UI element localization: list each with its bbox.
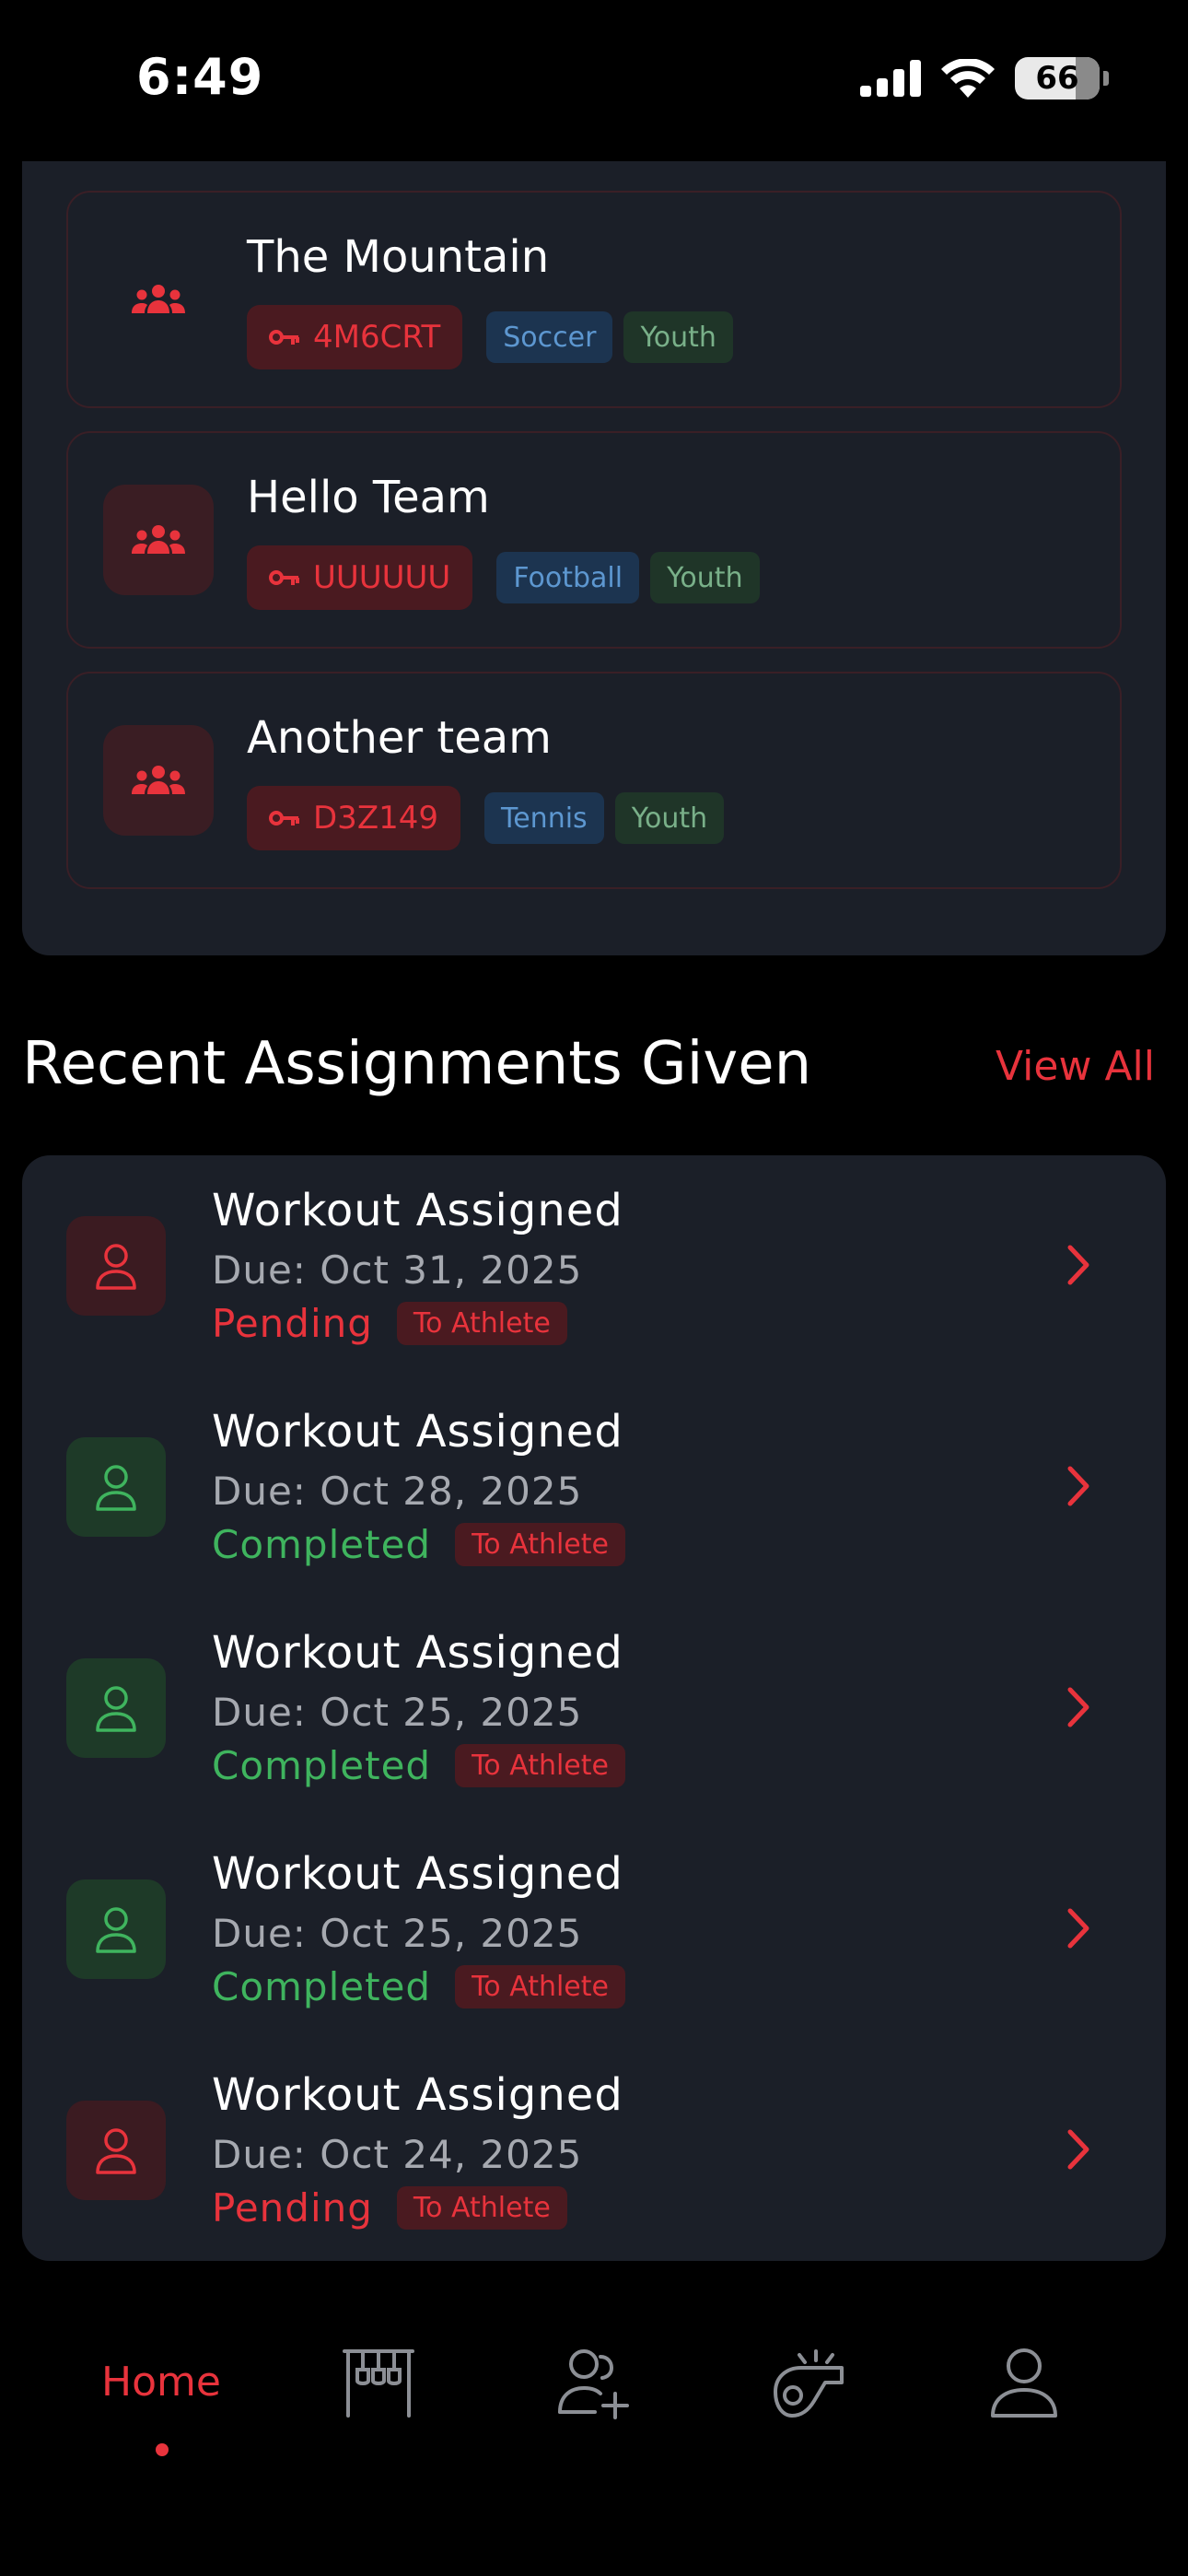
add-user-icon[interactable] xyxy=(556,2346,632,2419)
assignment-title: Workout Assigned xyxy=(212,1406,623,1458)
assignment-row[interactable]: Workout Assigned Due: Oct 24, 2025 Pendi… xyxy=(22,2040,1166,2261)
assignment-status: Completed xyxy=(212,1522,432,1567)
section-title: Recent Assignments Given xyxy=(22,1030,812,1098)
assignment-status-row: Pending To Athlete xyxy=(212,2185,567,2231)
assignment-target-badge: To Athlete xyxy=(396,1302,567,1345)
assignment-target-badge: To Athlete xyxy=(455,1965,625,2008)
person-icon xyxy=(96,2128,136,2174)
gym-rack-icon[interactable] xyxy=(341,2346,416,2419)
athlete-avatar xyxy=(66,1879,166,1979)
chevron-right-icon[interactable] xyxy=(1065,1905,1092,1951)
assignment-status: Completed xyxy=(212,1964,432,2009)
battery-tip xyxy=(1103,71,1109,86)
athlete-avatar xyxy=(66,1437,166,1537)
team-name: The Mountain xyxy=(247,231,550,283)
team-avatar xyxy=(103,244,214,355)
sport-chip: Soccer xyxy=(486,311,613,363)
assignment-target-badge: To Athlete xyxy=(455,1523,625,1566)
team-group-icon xyxy=(132,285,185,313)
assignment-status-row: Pending To Athlete xyxy=(212,1301,567,1346)
assignment-status: Pending xyxy=(212,2185,373,2231)
team-code-chip[interactable]: 4M6CRT xyxy=(247,305,463,369)
key-icon xyxy=(269,330,299,345)
team-name: Hello Team xyxy=(247,472,490,523)
athlete-avatar xyxy=(66,2101,166,2200)
person-icon xyxy=(96,1686,136,1732)
chevron-right-icon[interactable] xyxy=(1065,1242,1092,1288)
chevron-right-icon[interactable] xyxy=(1065,2126,1092,2172)
person-icon xyxy=(96,1244,136,1290)
assignment-row[interactable]: Workout Assigned Due: Oct 28, 2025 Compl… xyxy=(22,1376,1166,1598)
assignment-title: Workout Assigned xyxy=(212,1627,623,1679)
team-code: UUUUUU xyxy=(313,559,451,596)
assignment-due: Due: Oct 28, 2025 xyxy=(212,1469,583,1514)
assignment-due: Due: Oct 25, 2025 xyxy=(212,1911,583,1956)
team-tags: 4M6CRT Soccer Youth xyxy=(247,305,733,369)
team-group-icon xyxy=(132,525,185,554)
person-icon xyxy=(96,1465,136,1511)
view-all-link[interactable]: View All xyxy=(996,1043,1155,1090)
team-avatar xyxy=(103,725,214,836)
assignment-row[interactable]: Workout Assigned Due: Oct 25, 2025 Compl… xyxy=(22,1819,1166,2040)
assignment-row[interactable]: Workout Assigned Due: Oct 31, 2025 Pendi… xyxy=(22,1155,1166,1376)
sport-chip: Football xyxy=(496,552,640,603)
chevron-right-icon[interactable] xyxy=(1065,1463,1092,1509)
assignment-status-row: Completed To Athlete xyxy=(212,1522,625,1567)
team-code: D3Z149 xyxy=(313,800,438,837)
team-tags: D3Z149 Tennis Youth xyxy=(247,786,725,850)
team-code-chip[interactable]: UUUUUU xyxy=(247,545,473,610)
level-chip: Youth xyxy=(614,792,725,844)
person-icon xyxy=(96,1907,136,1953)
team-tags: UUUUUU Football Youth xyxy=(247,545,760,610)
cellular-signal-icon xyxy=(860,60,921,97)
team-code-chip[interactable]: D3Z149 xyxy=(247,786,460,850)
status-icons: 66 xyxy=(860,57,1109,100)
team-code: 4M6CRT xyxy=(313,319,441,356)
team-item[interactable]: The Mountain 4M6CRT Soccer Youth xyxy=(66,191,1122,408)
team-item[interactable]: Another team D3Z149 Tennis Youth xyxy=(66,672,1122,889)
athlete-avatar xyxy=(66,1658,166,1758)
assignment-status-row: Completed To Athlete xyxy=(212,1964,625,2009)
chevron-right-icon[interactable] xyxy=(1065,1684,1092,1730)
whistle-icon[interactable] xyxy=(770,2346,849,2419)
assignment-status: Completed xyxy=(212,1743,432,1788)
assignment-target-badge: To Athlete xyxy=(396,2186,567,2230)
assignment-due: Due: Oct 31, 2025 xyxy=(212,1247,583,1293)
assignment-row[interactable]: Workout Assigned Due: Oct 25, 2025 Compl… xyxy=(22,1598,1166,1819)
assignment-title: Workout Assigned xyxy=(212,1848,623,1900)
sport-chip: Tennis xyxy=(484,792,604,844)
battery-icon: 66 xyxy=(1015,57,1100,100)
team-avatar xyxy=(103,485,214,595)
wifi-icon xyxy=(941,59,995,98)
teams-card: The Mountain 4M6CRT Soccer Youth Hello T… xyxy=(22,161,1166,955)
athlete-avatar xyxy=(66,1216,166,1316)
status-bar: 6:49 66 xyxy=(0,0,1188,161)
nav-home-tab[interactable]: Home xyxy=(101,2359,221,2406)
assignment-title: Workout Assigned xyxy=(212,1185,623,1236)
assignment-due: Due: Oct 25, 2025 xyxy=(212,1690,583,1735)
active-tab-indicator xyxy=(156,2443,169,2456)
team-group-icon xyxy=(132,766,185,794)
assignments-card: Workout Assigned Due: Oct 31, 2025 Pendi… xyxy=(22,1155,1166,2261)
key-icon xyxy=(269,811,299,825)
assignment-target-badge: To Athlete xyxy=(455,1744,625,1787)
key-icon xyxy=(269,570,299,585)
assignment-status-row: Completed To Athlete xyxy=(212,1743,625,1788)
profile-icon[interactable] xyxy=(989,2346,1059,2419)
assignment-due: Due: Oct 24, 2025 xyxy=(212,2132,583,2177)
status-time: 6:49 xyxy=(136,48,264,106)
assignment-title: Workout Assigned xyxy=(212,2069,623,2121)
level-chip: Youth xyxy=(623,311,733,363)
team-name: Another team xyxy=(247,712,552,764)
team-item[interactable]: Hello Team UUUUUU Football Youth xyxy=(66,431,1122,649)
battery-level: 66 xyxy=(1035,60,1079,97)
level-chip: Youth xyxy=(650,552,760,603)
bottom-nav: Home xyxy=(0,2322,1188,2576)
assignment-status: Pending xyxy=(212,1301,373,1346)
